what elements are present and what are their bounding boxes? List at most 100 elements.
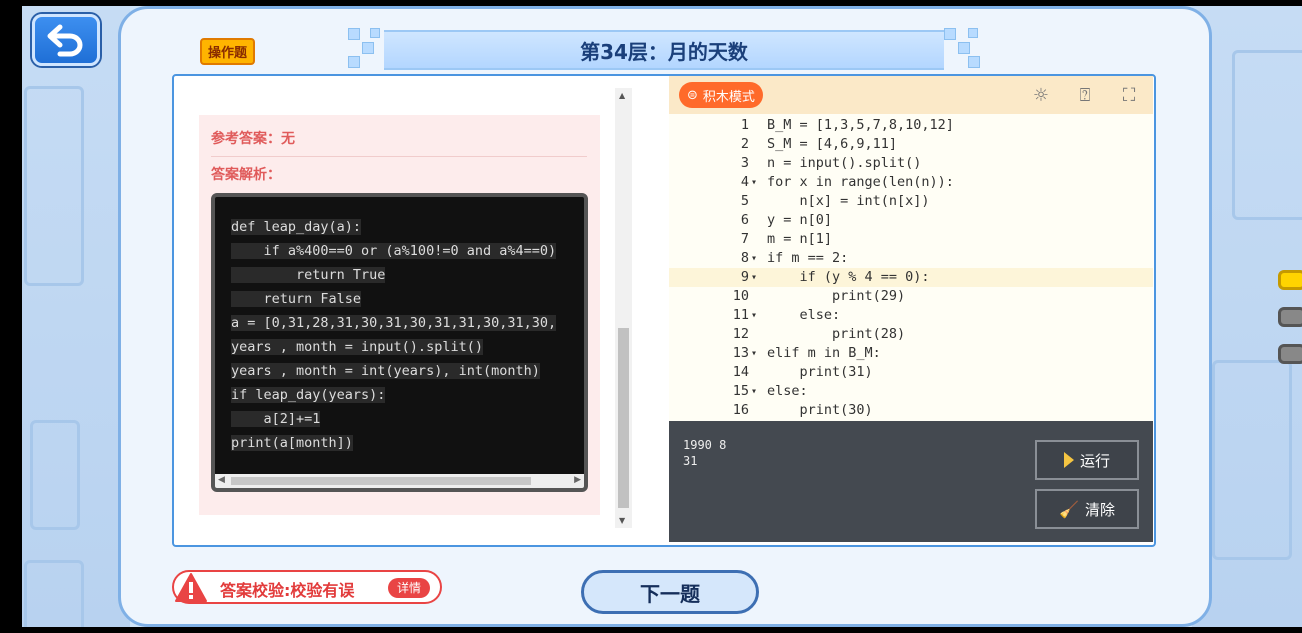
line-text: print(31) bbox=[767, 364, 873, 380]
line-text: print(30) bbox=[767, 402, 873, 418]
run-button[interactable]: 运行 bbox=[1035, 440, 1139, 480]
scroll-left-icon[interactable]: ◀ bbox=[218, 475, 225, 485]
warning-icon bbox=[175, 573, 207, 602]
reference-code-line: def leap_day(a): bbox=[231, 219, 362, 235]
line-text: B_M = [1,3,5,7,8,10,12] bbox=[767, 117, 954, 133]
clear-button[interactable]: 🧹 清除 bbox=[1035, 489, 1139, 529]
line-number: 3 bbox=[740, 155, 749, 171]
line-text: elif m in B_M: bbox=[767, 345, 881, 361]
scroll-thumb[interactable] bbox=[231, 477, 531, 485]
page-indicator-3[interactable] bbox=[1278, 344, 1302, 364]
line-number: 10 bbox=[732, 288, 749, 304]
line-number: 16 bbox=[732, 402, 749, 418]
code-line[interactable]: 15 ▾ else: bbox=[669, 382, 1153, 401]
code-line[interactable]: 14 print(31) bbox=[669, 363, 1153, 382]
reference-code-line: return True bbox=[231, 267, 386, 283]
code-line[interactable]: 4 ▾ for x in range(len(n)): bbox=[669, 173, 1153, 192]
reference-code-box: def leap_day(a): if a%400==0 or (a%100!=… bbox=[211, 193, 588, 492]
code-line[interactable]: 10 print(29) bbox=[669, 287, 1153, 306]
level-title-bar: 第34层：月的天数 bbox=[384, 30, 944, 70]
line-text: else: bbox=[767, 307, 841, 323]
reference-code-line: years , month = input().split() bbox=[231, 339, 483, 355]
divider bbox=[211, 156, 587, 157]
reference-code: def leap_day(a): if a%400==0 or (a%100!=… bbox=[231, 215, 557, 455]
line-text: else: bbox=[767, 383, 808, 399]
line-number: 7 bbox=[740, 231, 749, 247]
line-text: for x in range(len(n)): bbox=[767, 174, 954, 190]
fold-icon[interactable]: ▾ bbox=[751, 249, 761, 268]
line-text: print(29) bbox=[767, 288, 906, 304]
line-number: 4 bbox=[740, 174, 749, 190]
editor-toolbar: ⊜ 积木模式 ☼ ⍰ ⛶ bbox=[669, 76, 1153, 114]
console-output: 1990 8 31 bbox=[683, 438, 727, 468]
page-indicator-1[interactable] bbox=[1278, 270, 1302, 290]
theme-icon[interactable]: ☼ bbox=[1029, 84, 1053, 108]
code-line[interactable]: 8 ▾ if m == 2: bbox=[669, 249, 1153, 268]
line-text: if m == 2: bbox=[767, 250, 849, 266]
fold-icon[interactable]: ▾ bbox=[751, 344, 761, 363]
answer-analysis-label: 答案解析： bbox=[211, 167, 281, 183]
line-text: y = n[0] bbox=[767, 212, 833, 228]
line-number: 5 bbox=[740, 193, 749, 209]
code-editor[interactable]: ⊜ 积木模式 ☼ ⍰ ⛶ 1 B_M = [1,3,5,7,8,10,12] 2 S_… bbox=[669, 76, 1153, 542]
reference-code-line: return False bbox=[231, 291, 362, 307]
line-number: 11 bbox=[732, 307, 749, 323]
fold-icon[interactable]: ▾ bbox=[751, 306, 761, 325]
scroll-thumb[interactable] bbox=[618, 328, 629, 508]
question-type-tag: 操作题 bbox=[200, 38, 256, 65]
code-line[interactable]: 2 S_M = [4,6,9,11] bbox=[669, 135, 1153, 154]
code-line[interactable]: 12 print(28) bbox=[669, 325, 1153, 344]
page-indicator-2[interactable] bbox=[1278, 307, 1302, 327]
broom-icon: 🧹 bbox=[1059, 499, 1079, 519]
vertical-scrollbar[interactable]: ▲ ▼ bbox=[615, 88, 632, 528]
console-panel: 1990 8 31 运行 🧹 清除 bbox=[669, 421, 1153, 542]
horizontal-scrollbar[interactable]: ◀ ▶ bbox=[215, 474, 584, 488]
code-line[interactable]: 16 print(30) bbox=[669, 401, 1153, 420]
fullscreen-icon[interactable]: ⛶ bbox=[1117, 84, 1141, 108]
scroll-down-icon[interactable]: ▼ bbox=[619, 516, 625, 525]
answer-check-banner: 答案校验:校验有误 详情 bbox=[172, 570, 442, 604]
code-line[interactable]: 7 m = n[1] bbox=[669, 230, 1153, 249]
line-number: 1 bbox=[740, 117, 749, 133]
toggle-icon: ⊜ bbox=[687, 87, 698, 103]
line-number: 15 bbox=[732, 383, 749, 399]
block-mode-button[interactable]: ⊜ 积木模式 bbox=[679, 82, 763, 108]
code-line[interactable]: 9 ▾ if (y % 4 == 0): bbox=[669, 268, 1153, 287]
scroll-right-icon[interactable]: ▶ bbox=[574, 475, 581, 485]
code-line[interactable]: 1 B_M = [1,3,5,7,8,10,12] bbox=[669, 116, 1153, 135]
line-number: 14 bbox=[732, 364, 749, 380]
back-button[interactable] bbox=[32, 14, 100, 66]
line-text: print(28) bbox=[767, 326, 906, 342]
line-number: 2 bbox=[740, 136, 749, 152]
line-number: 13 bbox=[732, 345, 749, 361]
reference-code-line: a[2]+=1 bbox=[231, 411, 321, 427]
page-title: 第34层：月的天数 bbox=[580, 39, 748, 64]
fold-icon[interactable]: ▾ bbox=[751, 382, 761, 401]
next-question-button[interactable]: 下一题 bbox=[581, 570, 759, 614]
fold-icon[interactable]: ▾ bbox=[751, 173, 761, 192]
check-result-text: 答案校验:校验有误 bbox=[220, 581, 355, 600]
reference-code-line: if leap_day(years): bbox=[231, 387, 386, 403]
details-button[interactable]: 详情 bbox=[388, 578, 431, 598]
code-line[interactable]: 3 n = input().split() bbox=[669, 154, 1153, 173]
scroll-up-icon[interactable]: ▲ bbox=[619, 91, 625, 100]
code-line[interactable]: 6 y = n[0] bbox=[669, 211, 1153, 230]
line-text: n = input().split() bbox=[767, 155, 922, 171]
line-text: if (y % 4 == 0): bbox=[767, 269, 930, 285]
reference-code-line: a = [0,31,28,31,30,31,30,31,31,30,31,30, bbox=[231, 315, 557, 331]
code-line[interactable]: 13 ▾ elif m in B_M: bbox=[669, 344, 1153, 363]
line-text: n[x] = int(n[x]) bbox=[767, 193, 930, 209]
help-icon[interactable]: ⍰ bbox=[1073, 84, 1097, 108]
line-number: 9 bbox=[740, 269, 749, 285]
code-line[interactable]: 11 ▾ else: bbox=[669, 306, 1153, 325]
code-lines[interactable]: 1 B_M = [1,3,5,7,8,10,12] 2 S_M = [4,6,9,11… bbox=[669, 116, 1153, 420]
line-text: S_M = [4,6,9,11] bbox=[767, 136, 898, 152]
fold-icon[interactable]: ▾ bbox=[751, 268, 761, 287]
reference-code-line: years , month = int(years), int(month) bbox=[231, 363, 540, 379]
reference-code-line: if a%400==0 or (a%100!=0 and a%4==0) bbox=[231, 243, 557, 259]
line-text: m = n[1] bbox=[767, 231, 833, 247]
code-line[interactable]: 5 n[x] = int(n[x]) bbox=[669, 192, 1153, 211]
line-number: 12 bbox=[732, 326, 749, 342]
line-number: 8 bbox=[740, 250, 749, 266]
reference-answer: 参考答案：无 bbox=[211, 131, 295, 147]
